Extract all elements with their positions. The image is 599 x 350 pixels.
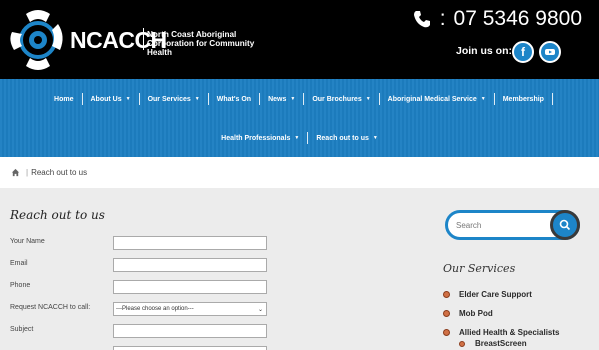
phone-contact[interactable]: : 07 5346 9800 bbox=[412, 7, 582, 31]
nav-our-brochures[interactable]: Our Brochures ▼ bbox=[304, 93, 380, 105]
email-field[interactable] bbox=[113, 258, 267, 272]
main-nav: Home About Us ▼ Our Services ▼ What's On N… bbox=[0, 79, 599, 157]
page-title: Reach out to us bbox=[10, 208, 105, 222]
service-item[interactable]: Allied Health & Specialists bbox=[443, 328, 559, 337]
bullet-icon bbox=[459, 340, 465, 347]
request-select-value: ---Please choose an option--- bbox=[116, 306, 194, 312]
services-title: Our Services bbox=[443, 262, 516, 275]
phone-separator: : bbox=[439, 7, 446, 30]
nav-reach-out[interactable]: Reach out to us ▼ bbox=[308, 132, 385, 144]
caret-down-icon: ▼ bbox=[372, 135, 378, 141]
service-label: Mob Pod bbox=[459, 309, 493, 318]
phone-icon bbox=[413, 11, 430, 28]
caret-down-icon: ▼ bbox=[294, 135, 300, 141]
phone-row: Phone bbox=[10, 280, 280, 294]
nav-label: News bbox=[268, 95, 287, 103]
search-input[interactable]: Search bbox=[456, 221, 481, 230]
bullet-icon bbox=[443, 291, 450, 298]
subject-row: Subject bbox=[10, 324, 280, 338]
service-label: Allied Health & Specialists bbox=[459, 328, 560, 337]
bullet-icon bbox=[443, 329, 450, 336]
caret-down-icon: ▼ bbox=[125, 96, 131, 102]
nav-label: Our Brochures bbox=[312, 95, 362, 103]
bullet-icon bbox=[443, 310, 450, 317]
message-field[interactable] bbox=[113, 346, 267, 350]
brand-subtitle: North Coast Aboriginal Corporation for C… bbox=[147, 30, 255, 57]
nav-label: Home bbox=[54, 95, 74, 103]
request-row: Request NCACCH to call: ---Please choose… bbox=[10, 302, 280, 316]
breadcrumb-separator: | bbox=[26, 168, 29, 177]
phone-field[interactable] bbox=[113, 280, 267, 294]
nav-whats-on[interactable]: What's On bbox=[209, 93, 261, 105]
subject-label: Subject bbox=[10, 326, 34, 333]
youtube-glyph bbox=[545, 49, 555, 55]
email-row: Email bbox=[10, 258, 280, 272]
phone-label: Phone bbox=[10, 282, 31, 289]
nav-label: Reach out to us bbox=[316, 134, 369, 142]
facebook-icon[interactable]: f bbox=[512, 41, 534, 63]
nav-label: Our Services bbox=[147, 95, 191, 103]
name-row: Your Name bbox=[10, 236, 280, 250]
name-label: Your Name bbox=[10, 238, 45, 245]
search-button[interactable] bbox=[550, 210, 580, 240]
caret-down-icon: ▼ bbox=[480, 96, 486, 102]
ncacch-logo[interactable] bbox=[8, 4, 68, 76]
phone-number[interactable]: 07 5346 9800 bbox=[454, 7, 582, 31]
name-field[interactable] bbox=[113, 236, 267, 250]
brand-divider bbox=[143, 28, 144, 50]
nav-label: Aboriginal Medical Service bbox=[387, 95, 477, 103]
request-select[interactable]: ---Please choose an option--- ⌄ bbox=[113, 302, 267, 316]
subservice-label: BreastScreen bbox=[475, 339, 527, 348]
service-label: Elder Care Support bbox=[459, 290, 532, 299]
search-icon bbox=[559, 219, 571, 231]
nav-home[interactable]: Home bbox=[46, 93, 83, 105]
nav-about-us[interactable]: About Us ▼ bbox=[83, 93, 140, 105]
subservice-item[interactable]: BreastScreen bbox=[459, 339, 527, 348]
service-item[interactable]: Mob Pod bbox=[443, 309, 493, 318]
nav-news[interactable]: News ▼ bbox=[260, 93, 305, 105]
caret-down-icon: ▼ bbox=[290, 96, 296, 102]
home-icon[interactable] bbox=[11, 168, 20, 177]
youtube-icon[interactable] bbox=[539, 41, 561, 63]
nav-our-services[interactable]: Our Services ▼ bbox=[140, 93, 209, 105]
breadcrumb-current: Reach out to us bbox=[31, 168, 88, 177]
search-box[interactable]: Search bbox=[445, 210, 580, 240]
nav-health-professionals[interactable]: Health Professionals ▼ bbox=[213, 132, 309, 144]
nav-row-1: Home About Us ▼ Our Services ▼ What's On N… bbox=[0, 93, 599, 105]
email-label: Email bbox=[10, 260, 28, 267]
nav-membership[interactable]: Membership bbox=[495, 93, 553, 105]
nav-label: About Us bbox=[90, 95, 122, 103]
nav-label: What's On bbox=[216, 95, 252, 103]
nav-aboriginal-medical-service[interactable]: Aboriginal Medical Service ▼ bbox=[380, 93, 495, 105]
nav-label: Membership bbox=[502, 95, 544, 103]
nav-label: Health Professionals bbox=[221, 134, 291, 142]
site-header: NCACCH North Coast Aboriginal Corporatio… bbox=[0, 0, 599, 79]
nav-row-2: Health Professionals ▼ Reach out to us ▼ bbox=[0, 132, 599, 144]
service-item[interactable]: Elder Care Support bbox=[443, 290, 532, 299]
breadcrumb: | Reach out to us bbox=[0, 157, 599, 188]
request-label: Request NCACCH to call: bbox=[10, 304, 91, 311]
join-us-label: Join us on: bbox=[456, 45, 512, 57]
chevron-down-icon: ⌄ bbox=[257, 306, 263, 313]
caret-down-icon: ▼ bbox=[194, 96, 200, 102]
message-row bbox=[10, 346, 280, 350]
caret-down-icon: ▼ bbox=[365, 96, 371, 102]
subject-field[interactable] bbox=[113, 324, 267, 338]
